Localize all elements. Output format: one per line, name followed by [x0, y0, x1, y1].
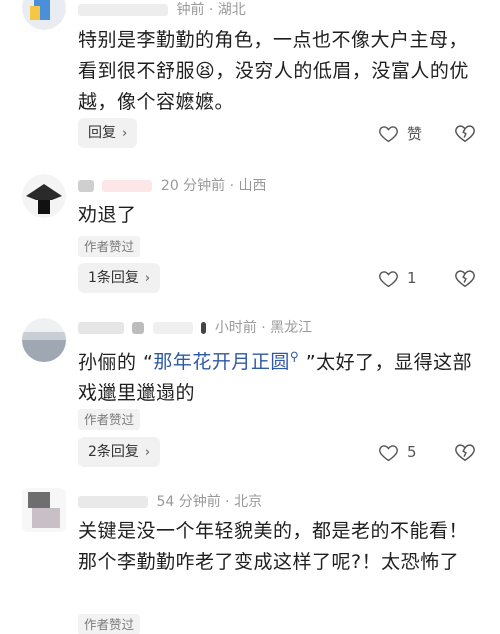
comment-text: 孙俪的 “那年花开月正圆⚲ ”太好了，显得这部戏邋里邋遢的 [78, 350, 473, 405]
replies-button[interactable]: 1条回复 › [78, 263, 161, 293]
like-count: 1 [407, 269, 417, 287]
broken-heart-icon[interactable] [454, 267, 476, 289]
time-location: 小时前 · 黑龙江 [214, 320, 313, 336]
username-blur [78, 180, 94, 192]
replies-button[interactable]: 2条回复 › [78, 437, 161, 467]
search-icon: ⚲ [289, 350, 300, 364]
broken-heart-icon[interactable] [454, 441, 476, 463]
author-liked-badge: 作者赞过 [78, 614, 141, 634]
username-blur [78, 4, 168, 16]
username-blur [201, 322, 207, 334]
comment-meta: 20 分钟前 · 山西 [78, 176, 267, 196]
username-blur [132, 322, 145, 334]
like-button[interactable]: 赞 [378, 118, 422, 148]
username-blur [78, 322, 124, 334]
time-location: 20 分钟前 · 山西 [160, 178, 267, 194]
heart-icon [379, 125, 398, 142]
chevron-right-icon: › [144, 271, 151, 286]
username-blur [152, 322, 193, 334]
avatar[interactable] [22, 488, 66, 532]
heart-icon [379, 444, 398, 461]
avatar[interactable] [22, 0, 66, 30]
comment-meta: 小时前 · 黑龙江 [78, 318, 312, 338]
comment-text: 关键是没一个年轻貌美的，都是老的不能看！那个李勤勤咋老了变成这样了呢?！太恐怖了 [78, 520, 469, 573]
username-blur [78, 496, 148, 508]
time-location: 钟前 · 湖北 [176, 2, 246, 18]
avatar-image [22, 318, 66, 362]
chevron-right-icon: › [122, 126, 128, 141]
reply-button[interactable]: 回复 › [78, 118, 138, 148]
time-location: 54 分钟前 · 北京 [156, 494, 263, 510]
avatar[interactable] [22, 174, 66, 218]
topic-link[interactable]: 那年花开月正圆⚲ [153, 350, 300, 373]
like-button[interactable]: 1 [378, 263, 417, 293]
username-blur [102, 180, 153, 192]
avatar-image [22, 488, 66, 532]
chevron-right-icon: › [144, 445, 151, 460]
broken-heart-icon[interactable] [454, 122, 476, 144]
avatar-image [22, 0, 66, 30]
author-liked-badge: 作者赞过 [78, 236, 141, 257]
comment-meta: 54 分钟前 · 北京 [78, 492, 262, 512]
author-liked-badge: 作者赞过 [78, 409, 141, 430]
comment-meta: 钟前 · 湖北 [78, 0, 246, 20]
comment-text: 特别是李勤勤的角色，一点也不像大户主母，看到很不舒服😫，没穷人的低眉，没富人的优… [78, 29, 469, 113]
tired-face-emoji: 😫 [195, 60, 216, 82]
like-count: 5 [407, 443, 417, 461]
avatar-image [22, 174, 66, 218]
heart-icon [379, 270, 398, 287]
like-button[interactable]: 5 [378, 437, 417, 467]
avatar[interactable] [22, 318, 66, 362]
comment-text: 劝退了 [78, 204, 137, 226]
